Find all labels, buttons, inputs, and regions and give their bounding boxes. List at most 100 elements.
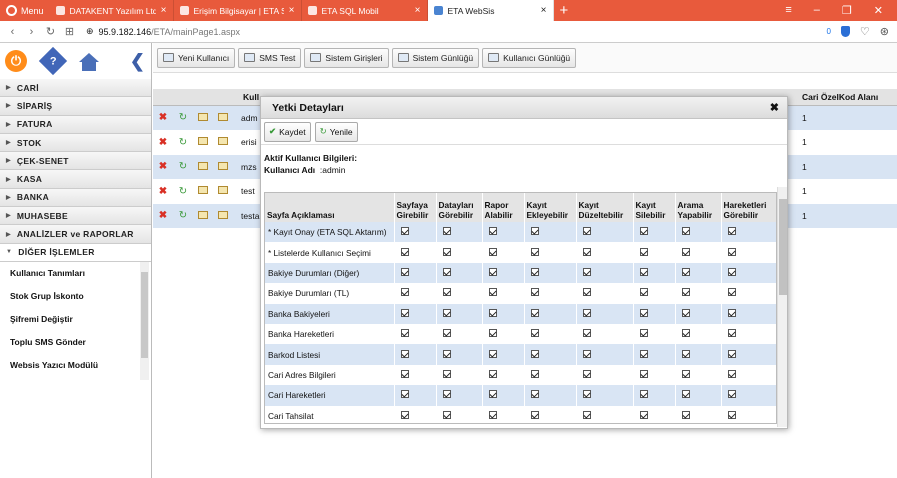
permission-checkbox[interactable] bbox=[727, 349, 736, 358]
permission-checkbox[interactable] bbox=[582, 390, 591, 399]
system-log-button[interactable]: Sistem Günlüğü bbox=[391, 47, 480, 68]
browser-tab[interactable]: Erişim Bilgisayar | ETA SQL × bbox=[174, 0, 302, 21]
note-icon[interactable] bbox=[213, 112, 233, 123]
submenu-item[interactable]: Stok Grup İskonto bbox=[0, 285, 151, 308]
permission-checkbox[interactable] bbox=[639, 247, 648, 256]
refresh-icon[interactable]: ↻ bbox=[173, 137, 193, 148]
sidebar-item-cek-senet[interactable]: ▶ ÇEK-SENET bbox=[0, 152, 151, 171]
forward-icon[interactable]: › bbox=[25, 26, 38, 38]
edit-icon[interactable] bbox=[193, 137, 213, 147]
heart-icon[interactable]: ♡ bbox=[860, 25, 870, 38]
permission-checkbox[interactable] bbox=[727, 227, 736, 236]
scrollbar-thumb[interactable] bbox=[779, 199, 787, 295]
note-icon[interactable] bbox=[213, 137, 233, 147]
delete-icon[interactable]: ✖ bbox=[153, 186, 173, 197]
delete-icon[interactable]: ✖ bbox=[153, 137, 173, 148]
permission-checkbox[interactable] bbox=[442, 390, 451, 399]
permission-checkbox[interactable] bbox=[488, 227, 497, 236]
back-icon[interactable]: ‹ bbox=[6, 26, 19, 38]
permission-checkbox[interactable] bbox=[442, 410, 451, 419]
delete-icon[interactable]: ✖ bbox=[153, 112, 173, 123]
permission-checkbox[interactable] bbox=[400, 227, 409, 236]
home-icon[interactable] bbox=[79, 52, 99, 71]
permission-checkbox[interactable] bbox=[727, 369, 736, 378]
permission-checkbox[interactable] bbox=[639, 349, 648, 358]
permission-checkbox[interactable] bbox=[681, 247, 690, 256]
delete-icon[interactable]: ✖ bbox=[153, 210, 173, 221]
browser-menu-button[interactable]: Menu bbox=[0, 0, 50, 21]
permission-checkbox[interactable] bbox=[400, 349, 409, 358]
sidebar-item-diger-islemler[interactable]: ▼ DİĞER İŞLEMLER bbox=[0, 243, 151, 262]
close-tab-icon[interactable]: × bbox=[541, 5, 547, 16]
edit-icon[interactable] bbox=[193, 112, 213, 123]
speed-dial-icon[interactable]: ⊞ bbox=[63, 25, 76, 38]
permission-checkbox[interactable] bbox=[639, 288, 648, 297]
permission-checkbox[interactable] bbox=[582, 288, 591, 297]
submenu-item[interactable]: Toplu SMS Gönder bbox=[0, 331, 151, 354]
permission-checkbox[interactable] bbox=[400, 369, 409, 378]
permission-checkbox[interactable] bbox=[488, 329, 497, 338]
note-icon[interactable] bbox=[213, 161, 233, 172]
browser-tab[interactable]: DATAKENT Yazılım Ltd. Şti. × bbox=[50, 0, 174, 21]
permission-checkbox[interactable] bbox=[727, 288, 736, 297]
submenu-item[interactable]: Websis Yazıcı Modülü bbox=[0, 354, 151, 377]
sidebar-item-kasa[interactable]: ▶ KASA bbox=[0, 170, 151, 189]
edit-icon[interactable] bbox=[193, 186, 213, 196]
sidebar-item-siparis[interactable]: ▶ SİPARİŞ bbox=[0, 97, 151, 116]
permission-checkbox[interactable] bbox=[400, 308, 409, 317]
minimize-icon[interactable]: – bbox=[814, 4, 820, 17]
submenu-item[interactable]: Kullanıcı Tanımları bbox=[0, 262, 151, 285]
save-button[interactable]: ✔ Kaydet bbox=[264, 121, 311, 142]
sidebar-item-stok[interactable]: ▶ STOK bbox=[0, 133, 151, 153]
scrollbar-thumb[interactable] bbox=[141, 271, 148, 358]
permission-checkbox[interactable] bbox=[488, 390, 497, 399]
permission-checkbox[interactable] bbox=[442, 288, 451, 297]
reload-icon[interactable]: ↻ bbox=[44, 25, 57, 38]
note-icon[interactable] bbox=[213, 210, 233, 221]
submenu-scrollbar[interactable] bbox=[140, 261, 149, 380]
note-icon[interactable] bbox=[213, 186, 233, 196]
permission-checkbox[interactable] bbox=[639, 308, 648, 317]
permission-checkbox[interactable] bbox=[442, 247, 451, 256]
permission-checkbox[interactable] bbox=[582, 267, 591, 276]
new-user-button[interactable]: Yeni Kullanıcı bbox=[157, 47, 236, 68]
permission-checkbox[interactable] bbox=[400, 288, 409, 297]
permission-checkbox[interactable] bbox=[582, 410, 591, 419]
permission-checkbox[interactable] bbox=[582, 349, 591, 358]
permission-checkbox[interactable] bbox=[442, 349, 451, 358]
permission-checkbox[interactable] bbox=[530, 410, 539, 419]
permission-checkbox[interactable] bbox=[442, 227, 451, 236]
permission-checkbox[interactable] bbox=[442, 329, 451, 338]
permission-checkbox[interactable] bbox=[681, 308, 690, 317]
power-icon[interactable]: ⏻ bbox=[5, 50, 27, 72]
edit-icon[interactable] bbox=[193, 161, 213, 172]
new-tab-icon[interactable]: + bbox=[554, 2, 575, 19]
permission-checkbox[interactable] bbox=[530, 390, 539, 399]
permission-checkbox[interactable] bbox=[727, 267, 736, 276]
maximize-icon[interactable]: ❐ bbox=[842, 4, 852, 17]
permission-checkbox[interactable] bbox=[488, 247, 497, 256]
user-log-button[interactable]: Kullanıcı Günlüğü bbox=[482, 47, 577, 68]
refresh-button[interactable]: ↻ Yenile bbox=[314, 121, 358, 142]
close-window-icon[interactable]: ✕ bbox=[874, 4, 883, 17]
permission-checkbox[interactable] bbox=[639, 390, 648, 399]
permission-checkbox[interactable] bbox=[681, 267, 690, 276]
column-user[interactable]: Kull bbox=[243, 92, 259, 102]
permission-checkbox[interactable] bbox=[530, 329, 539, 338]
close-tab-icon[interactable]: × bbox=[415, 5, 421, 16]
permission-checkbox[interactable] bbox=[727, 390, 736, 399]
permission-checkbox[interactable] bbox=[681, 390, 690, 399]
dialog-titlebar[interactable]: Yetki Detayları ✖ bbox=[261, 97, 787, 119]
close-tab-icon[interactable]: × bbox=[289, 5, 295, 16]
edit-icon[interactable] bbox=[193, 210, 213, 221]
permission-checkbox[interactable] bbox=[681, 410, 690, 419]
permission-checkbox[interactable] bbox=[639, 267, 648, 276]
permission-checkbox[interactable] bbox=[681, 329, 690, 338]
permission-checkbox[interactable] bbox=[530, 349, 539, 358]
permission-checkbox[interactable] bbox=[442, 267, 451, 276]
permission-checkbox[interactable] bbox=[488, 369, 497, 378]
permission-checkbox[interactable] bbox=[400, 247, 409, 256]
permission-checkbox[interactable] bbox=[639, 329, 648, 338]
sidebar-item-analizler[interactable]: ▶ ANALİZLER ve RAPORLAR bbox=[0, 225, 151, 244]
delete-icon[interactable]: ✖ bbox=[153, 161, 173, 172]
